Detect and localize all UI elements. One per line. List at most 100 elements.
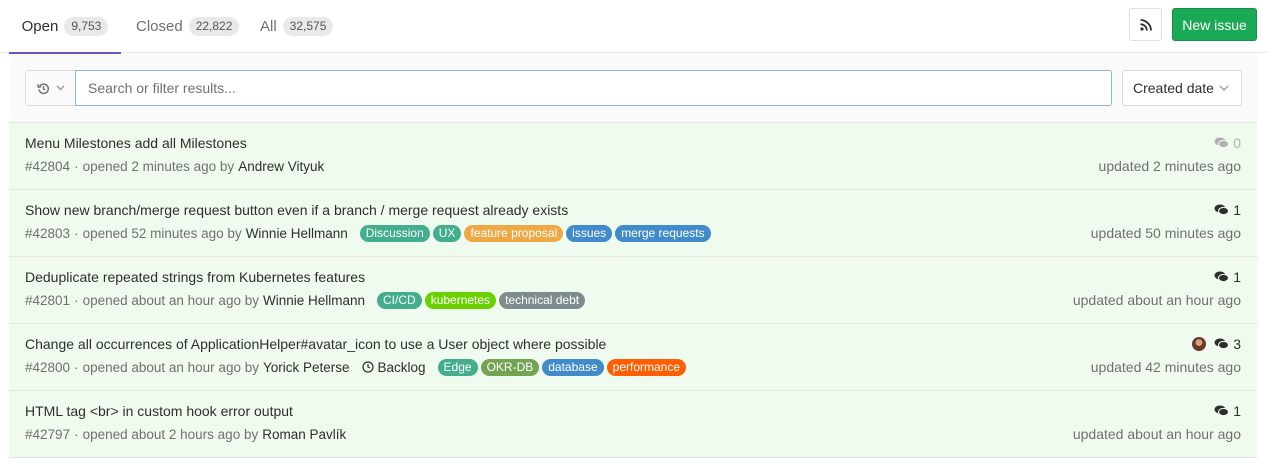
issue-reference: #42803 — [25, 225, 71, 241]
issue-opened-text: opened about 2 hours ago by — [82, 426, 259, 442]
issue-author-link[interactable]: Winnie Hellmann — [246, 226, 348, 241]
issue-row: Change all occurrences of ApplicationHel… — [9, 324, 1257, 391]
label-badge[interactable]: feature proposal — [464, 224, 564, 242]
label-badge[interactable]: merge requests — [615, 224, 711, 242]
tab-closed-label: Closed — [136, 18, 183, 35]
comments-icon — [1214, 271, 1230, 283]
issue-meta: #42800 · opened about an hour ago by Yor… — [25, 357, 687, 377]
issue-meta: #42803 · opened 52 minutes ago by Winnie… — [25, 223, 711, 243]
tab-all-count: 32,575 — [282, 17, 334, 36]
issue-opened-text: opened about an hour ago by — [82, 292, 259, 308]
issue-labels: CI/CD kubernetes technical debt — [377, 291, 586, 309]
tab-open-label: Open — [21, 18, 59, 35]
assignee-avatar[interactable] — [1192, 337, 1207, 351]
tab-open-count: 9,753 — [64, 17, 109, 36]
label-badge[interactable]: Discussion — [359, 224, 430, 242]
label-badge[interactable]: issues — [566, 224, 613, 242]
tab-all-label: All — [260, 18, 277, 35]
issue-title[interactable]: Change all occurrences of ApplicationHel… — [25, 336, 606, 352]
issue-labels: Edge OKR-DB database performance — [437, 358, 687, 376]
comments-count: 1 — [1233, 202, 1241, 218]
meta-separator: · — [74, 359, 79, 375]
meta-separator: · — [74, 158, 79, 174]
issue-author-link[interactable]: Yorick Peterse — [263, 360, 350, 375]
issue-stats: 3 — [1192, 336, 1241, 352]
issue-title[interactable]: Show new branch/merge request button eve… — [25, 202, 568, 218]
issue-reference: #42801 — [25, 292, 71, 308]
issue-reference: #42800 — [25, 359, 71, 375]
issue-labels: Discussion UX feature proposal issues me… — [359, 224, 711, 242]
comments-icon — [1214, 204, 1230, 216]
issue-updated: updated 42 minutes ago — [1090, 359, 1241, 375]
issue-stats: 1 — [1214, 403, 1241, 419]
label-badge[interactable]: performance — [606, 358, 687, 376]
label-badge[interactable]: UX — [432, 224, 462, 242]
label-badge[interactable]: CI/CD — [377, 291, 422, 309]
issue-row: Menu Milestones add all Milestones #4280… — [9, 123, 1257, 190]
chevron-down-icon — [56, 85, 65, 91]
issue-updated: updated 50 minutes ago — [1090, 225, 1241, 241]
issue-opened-text: opened 2 minutes ago by — [82, 158, 235, 174]
milestone-label: Backlog — [377, 359, 426, 375]
issue-row: Show new branch/merge request button eve… — [9, 190, 1257, 257]
issue-author-link[interactable]: Andrew Vityuk — [238, 159, 324, 174]
label-badge[interactable]: Edge — [437, 358, 478, 376]
issue-row: Deduplicate repeated strings from Kubern… — [9, 257, 1257, 324]
comments-link[interactable]: 3 — [1214, 336, 1241, 352]
meta-separator: · — [74, 225, 79, 241]
issue-stats: 1 — [1214, 202, 1241, 218]
history-icon — [37, 82, 50, 94]
new-issue-button[interactable]: New issue — [1172, 8, 1257, 41]
comments-count: 1 — [1233, 269, 1241, 285]
sort-dropdown[interactable]: Created date — [1122, 70, 1242, 106]
comments-link[interactable]: 1 — [1214, 202, 1241, 218]
search-input[interactable] — [75, 70, 1112, 106]
meta-separator: · — [74, 426, 79, 442]
comments-link[interactable]: 1 — [1214, 269, 1241, 285]
comments-count: 1 — [1233, 403, 1241, 419]
comments-count: 0 — [1233, 135, 1241, 151]
issue-opened-text: opened 52 minutes ago by — [82, 225, 242, 241]
comments-count: 3 — [1233, 336, 1241, 352]
issue-stats: 1 — [1214, 269, 1241, 285]
tab-closed[interactable]: Closed 22,822 — [136, 0, 240, 53]
issue-title[interactable]: HTML tag <br> in custom hook error outpu… — [25, 403, 293, 419]
tab-open[interactable]: Open 9,753 — [9, 0, 121, 54]
comments-icon — [1214, 405, 1230, 417]
filter-bar: Created date — [9, 54, 1257, 123]
meta-separator: · — [74, 292, 79, 308]
comments-link[interactable]: 1 — [1214, 403, 1241, 419]
issue-meta: #42804 · opened 2 minutes ago by Andrew … — [25, 156, 324, 176]
rss-feed-button[interactable] — [1129, 8, 1162, 41]
issue-reference: #42804 — [25, 158, 71, 174]
issue-author-link[interactable]: Roman Pavlík — [262, 427, 346, 442]
issue-title[interactable]: Menu Milestones add all Milestones — [25, 135, 247, 151]
label-badge[interactable]: technical debt — [499, 291, 586, 309]
comments-icon — [1214, 137, 1230, 149]
label-badge[interactable]: database — [542, 358, 604, 376]
recent-searches-dropdown[interactable] — [25, 70, 76, 106]
comments-icon — [1214, 338, 1230, 350]
tab-closed-count: 22,822 — [188, 17, 240, 36]
issue-reference: #42797 — [25, 426, 71, 442]
label-badge[interactable]: OKR-DB — [480, 358, 540, 376]
issue-author-link[interactable]: Winnie Hellmann — [263, 293, 365, 308]
comments-link[interactable]: 0 — [1214, 135, 1241, 151]
issue-updated: updated about an hour ago — [1072, 426, 1241, 442]
issue-stats: 0 — [1214, 135, 1241, 151]
issue-list: Menu Milestones add all Milestones #4280… — [9, 123, 1257, 458]
clock-icon — [361, 361, 374, 373]
issues-page: Open 9,753 Closed 22,822 All 32,575 New … — [0, 0, 1267, 463]
issue-title[interactable]: Deduplicate repeated strings from Kubern… — [25, 269, 365, 285]
issue-meta: #42801 · opened about an hour ago by Win… — [25, 290, 586, 310]
issue-updated: updated 2 minutes ago — [1098, 158, 1241, 174]
issue-state-tabs: Open 9,753 Closed 22,822 All 32,575 New … — [0, 0, 1267, 54]
label-badge[interactable]: kubernetes — [424, 291, 497, 309]
issue-updated: updated about an hour ago — [1072, 292, 1241, 308]
issue-row: HTML tag <br> in custom hook error outpu… — [9, 391, 1257, 458]
tab-all[interactable]: All 32,575 — [260, 0, 334, 53]
milestone-link[interactable]: Backlog — [361, 359, 426, 375]
issue-opened-text: opened about an hour ago by — [82, 359, 259, 375]
sort-label: Created date — [1133, 80, 1214, 96]
rss-icon — [1139, 18, 1152, 31]
